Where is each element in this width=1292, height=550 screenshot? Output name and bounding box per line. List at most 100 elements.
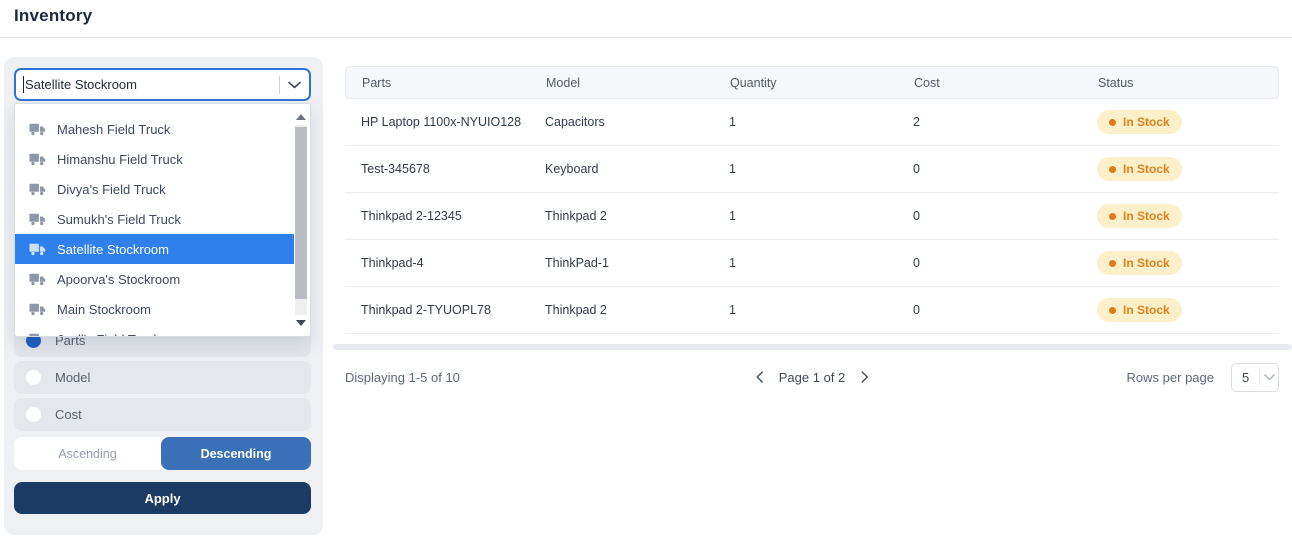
triangle-down-icon [296,320,306,326]
rows-per-page-value: 5 [1242,369,1250,385]
cell-cost: 2 [913,115,920,129]
prev-page-button[interactable] [756,371,764,383]
dropdown-item[interactable]: Joell's Field Truck [15,324,294,337]
dropdown-item-label: Himanshu Field Truck [57,151,183,167]
sort-field-cost[interactable]: Cost [14,398,311,431]
table-row: Thinkpad-4 ThinkPad-1 1 0 In Stock [345,240,1279,287]
dropdown-item-label: Satellite Stockroom [57,241,169,257]
pagination: Page 1 of 2 [756,370,869,385]
cell-parts: HP Laptop 1100x-NYUIO128 [361,115,522,129]
dropdown-scrollbar[interactable] [293,109,309,331]
cell-model: Keyboard [545,162,599,176]
scroll-down-arrow[interactable] [293,315,309,331]
cell-status: In Stock [1081,298,1279,322]
status-badge: In Stock [1097,251,1182,275]
status-text: In Stock [1123,209,1170,223]
chevron-down-icon [1260,373,1278,381]
cell-cost: 0 [913,303,920,317]
truck-icon [29,122,46,136]
cell-quantity: 1 [729,209,736,223]
status-badge: In Stock [1097,157,1182,181]
cell-model: Thinkpad 2 [545,209,607,223]
table-body: HP Laptop 1100x-NYUIO128 Capacitors 1 2 In S… [345,99,1279,334]
cell-model: Capacitors [545,115,605,129]
cell-quantity: 1 [729,256,736,270]
text-cursor [23,76,24,93]
status-text: In Stock [1123,162,1170,176]
table-footer: Displaying 1-5 of 10 Page 1 of 2 Rows pe… [345,362,1279,392]
dropdown-item[interactable]: Himanshu Field Truck [15,144,294,174]
stockroom-dropdown: Mahesh Field Truck Himanshu Field Truck Di… [14,103,311,337]
next-page-button[interactable] [860,371,868,383]
dropdown-item[interactable]: Mahesh Field Truck [15,114,294,144]
cell-quantity: 1 [729,115,736,129]
truck-icon [29,182,46,196]
status-text: In Stock [1123,256,1170,270]
dot-icon [1109,165,1116,173]
table-header: Parts Model Quantity Cost Status [345,66,1279,99]
status-badge: In Stock [1097,110,1182,134]
dropdown-item-label: Apoorva's Stockroom [57,271,181,287]
header-divider [0,37,1292,38]
dropdown-item-label: Divya's Field Truck [57,181,166,197]
dropdown-item-label: Joell's Field Truck [57,332,160,337]
column-header-quantity: Quantity [730,75,777,90]
inventory-page: Inventory Satellite Stockroom Parts Model… [0,0,1292,550]
cell-status: In Stock [1081,110,1279,134]
ascending-button[interactable]: Ascending [14,437,161,470]
scrollbar-track[interactable] [295,125,307,315]
page-title: Inventory [14,6,93,25]
combobox-value: Satellite Stockroom [25,77,137,92]
radio-model[interactable] [26,370,41,385]
radio-label: Model [55,370,91,385]
dropdown-item[interactable]: Main Stockroom [15,294,294,324]
status-badge: In Stock [1097,298,1182,322]
cell-cost: 0 [913,209,920,223]
rows-per-page: Rows per page 5 [1126,362,1279,392]
table-row: Test-345678 Keyboard 1 0 In Stock [345,146,1279,193]
truck-icon [29,242,46,256]
table-row: Thinkpad 2-TYUOPL78 Thinkpad 2 1 0 In Stock [345,287,1279,334]
dropdown-item-label: Sumukh's Field Truck [57,211,181,227]
sort-order-toggle: Ascending Descending [14,437,311,470]
cell-cost: 0 [913,162,920,176]
apply-button[interactable]: Apply [14,482,311,514]
rows-per-page-select[interactable]: 5 [1231,362,1279,392]
truck-icon [29,212,46,226]
dropdown-item[interactable]: Satellite Stockroom [15,234,294,264]
scroll-up-arrow[interactable] [293,109,309,125]
cell-cost: 0 [913,256,920,270]
cell-quantity: 1 [729,303,736,317]
stockroom-combobox[interactable]: Satellite Stockroom [14,68,311,101]
cell-parts: Test-345678 [361,162,430,176]
chevron-down-icon[interactable] [280,81,309,89]
column-header-model: Model [546,75,581,90]
table-row: HP Laptop 1100x-NYUIO128 Capacitors 1 2 In S… [345,99,1279,146]
cell-model: ThinkPad-1 [545,256,609,270]
dropdown-item[interactable]: Apoorva's Stockroom [15,264,294,294]
radio-cost[interactable] [26,407,41,422]
dot-icon [1109,259,1116,267]
displaying-text: Displaying 1-5 of 10 [345,369,460,385]
dot-icon [1109,306,1116,314]
dot-icon [1109,212,1116,220]
cell-status: In Stock [1081,204,1279,228]
rows-per-page-label: Rows per page [1126,369,1214,385]
column-header-parts: Parts [362,75,392,90]
sort-field-model[interactable]: Model [14,361,311,394]
descending-button[interactable]: Descending [161,437,311,470]
dropdown-item[interactable]: Divya's Field Truck [15,174,294,204]
cell-model: Thinkpad 2 [545,303,607,317]
table-row: Thinkpad 2-12345 Thinkpad 2 1 0 In Stock [345,193,1279,240]
scrollbar-thumb[interactable] [295,127,307,299]
dropdown-item[interactable]: Sumukh's Field Truck [15,204,294,234]
status-text: In Stock [1123,115,1170,129]
dropdown-item-label: Main Stockroom [57,301,151,317]
triangle-up-icon [296,114,306,120]
dot-icon [1109,118,1116,126]
cell-status: In Stock [1081,157,1279,181]
page-indicator: Page 1 of 2 [778,369,846,385]
truck-icon [29,272,46,286]
column-header-status: Status [1098,75,1134,90]
dropdown-item-label: Mahesh Field Truck [57,121,171,137]
